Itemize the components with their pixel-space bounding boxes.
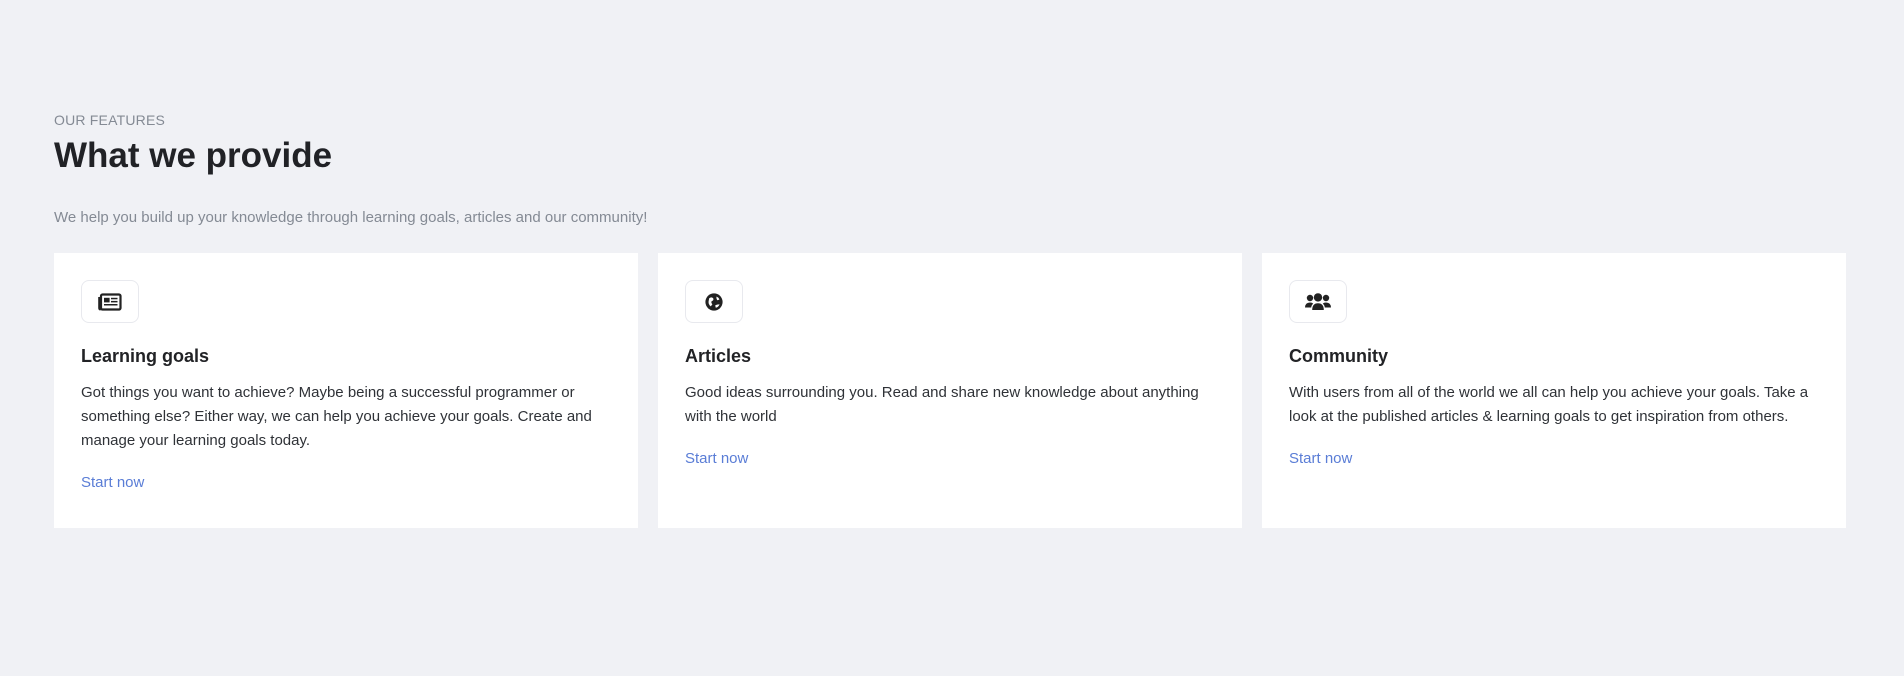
start-now-link[interactable]: Start now (685, 449, 748, 469)
feature-cards: Learning goals Got things you want to ac… (54, 253, 1846, 528)
page-title: What we provide (54, 136, 333, 175)
section-eyebrow: OUR FEATURES (54, 112, 166, 128)
section-subtitle: We help you build up your knowledge thro… (54, 209, 648, 226)
card-title: Learning goals (81, 346, 210, 366)
card-description: Good ideas surrounding you. Read and sha… (685, 384, 1199, 425)
users-icon (1289, 280, 1347, 323)
start-now-link[interactable]: Start now (81, 473, 144, 493)
feature-card-articles: Articles Good ideas surrounding you. Rea… (658, 253, 1242, 528)
card-description: Got things you want to achieve? Maybe be… (81, 384, 592, 449)
globe-icon (685, 280, 743, 323)
card-description: With users from all of the world we all … (1289, 384, 1809, 425)
features-section: OUR FEATURES What we provide We help you… (54, 110, 1847, 528)
card-title: Articles (685, 346, 752, 366)
start-now-link[interactable]: Start now (1289, 449, 1352, 469)
card-title: Community (1289, 346, 1388, 366)
feature-card-learning-goals: Learning goals Got things you want to ac… (54, 253, 638, 528)
newspaper-icon (81, 280, 139, 323)
feature-card-community: Community With users from all of the wor… (1262, 253, 1846, 528)
